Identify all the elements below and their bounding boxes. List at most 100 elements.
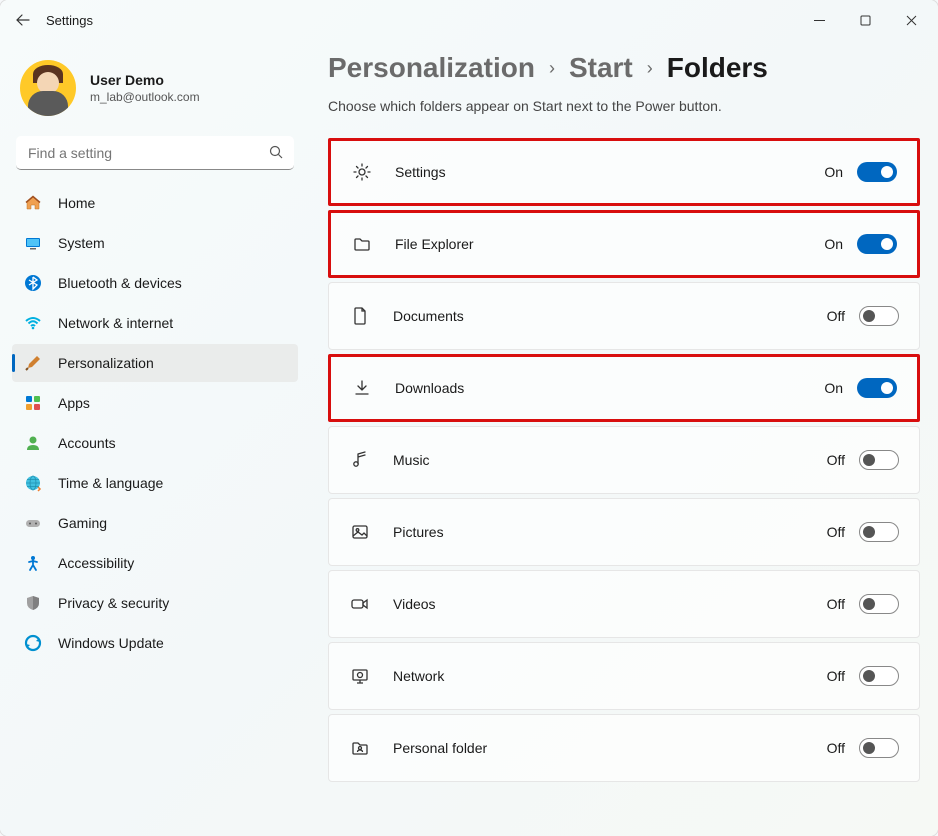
folder-row-downloads: Downloads On [328, 354, 920, 422]
sidebar-item-bluetooth[interactable]: Bluetooth & devices [12, 264, 298, 302]
search-input[interactable] [16, 136, 294, 170]
window-controls [796, 3, 934, 37]
toggle-state-text: Off [827, 740, 845, 756]
sidebar-item-label: Home [58, 195, 95, 211]
toggle-state-text: Off [827, 596, 845, 612]
search-wrap [16, 136, 294, 170]
toggle-file-explorer[interactable] [857, 234, 897, 254]
folder-row-pictures: Pictures Off [328, 498, 920, 566]
gear-icon [351, 161, 373, 183]
toggle-music[interactable] [859, 450, 899, 470]
folder-label: Pictures [393, 524, 827, 540]
arrow-left-icon [16, 13, 30, 27]
folder-row-music: Music Off [328, 426, 920, 494]
sidebar-item-label: Accounts [58, 435, 116, 451]
update-icon [24, 634, 42, 652]
profile-info: User Demo m_lab@outlook.com [90, 72, 200, 104]
maximize-icon [860, 15, 871, 26]
sidebar-item-label: Time & language [58, 475, 163, 491]
avatar [20, 60, 76, 116]
sidebar-item-personalization[interactable]: Personalization [12, 344, 298, 382]
toggle-settings[interactable] [857, 162, 897, 182]
system-icon [24, 234, 42, 252]
sidebar-item-home[interactable]: Home [12, 184, 298, 222]
profile-email: m_lab@outlook.com [90, 90, 200, 104]
folder-label: Documents [393, 308, 827, 324]
sidebar-item-label: Bluetooth & devices [58, 275, 182, 291]
folder-row-network: Network Off [328, 642, 920, 710]
search-icon [269, 145, 284, 160]
close-icon [906, 15, 917, 26]
chevron-right-icon: › [647, 58, 653, 79]
sidebar-item-accounts[interactable]: Accounts [12, 424, 298, 462]
toggle-state-text: Off [827, 524, 845, 540]
toggle-state-text: On [824, 164, 843, 180]
breadcrumb-personalization[interactable]: Personalization [328, 52, 535, 84]
maximize-button[interactable] [842, 3, 888, 37]
sidebar-item-label: Apps [58, 395, 90, 411]
folder-label: Music [393, 452, 827, 468]
folder-row-videos: Videos Off [328, 570, 920, 638]
video-icon [349, 593, 371, 615]
folder-row-documents: Documents Off [328, 282, 920, 350]
gamepad-icon [24, 514, 42, 532]
sidebar-item-network[interactable]: Network & internet [12, 304, 298, 342]
close-button[interactable] [888, 3, 934, 37]
toggle-state-text: On [824, 380, 843, 396]
folder-label: Network [393, 668, 827, 684]
sidebar-item-label: Personalization [58, 355, 154, 371]
toggle-pictures[interactable] [859, 522, 899, 542]
sidebar-item-label: Network & internet [58, 315, 173, 331]
folder-list: Settings On File Explorer On Documents O… [328, 138, 920, 782]
brush-icon [24, 354, 42, 372]
toggle-state-text: On [824, 236, 843, 252]
person-icon [24, 434, 42, 452]
sidebar-item-accessibility[interactable]: Accessibility [12, 544, 298, 582]
home-icon [24, 194, 42, 212]
network-monitor-icon [349, 665, 371, 687]
content: User Demo m_lab@outlook.com Home System Bl… [0, 40, 938, 836]
sidebar-item-gaming[interactable]: Gaming [12, 504, 298, 542]
profile[interactable]: User Demo m_lab@outlook.com [12, 48, 298, 136]
nav: Home System Bluetooth & devices Network & i… [12, 184, 298, 836]
profile-name: User Demo [90, 72, 200, 88]
sidebar-item-time[interactable]: Time & language [12, 464, 298, 502]
settings-window: Settings User Demo m_lab@outlook.com [0, 0, 938, 836]
bluetooth-icon [24, 274, 42, 292]
back-button[interactable] [4, 1, 42, 39]
sidebar-item-update[interactable]: Windows Update [12, 624, 298, 662]
breadcrumb-start[interactable]: Start [569, 52, 633, 84]
sidebar-item-label: System [58, 235, 105, 251]
toggle-downloads[interactable] [857, 378, 897, 398]
folder-label: Settings [395, 164, 824, 180]
sidebar-item-label: Privacy & security [58, 595, 169, 611]
toggle-personal-folder[interactable] [859, 738, 899, 758]
globe-icon [24, 474, 42, 492]
breadcrumb: Personalization › Start › Folders [328, 52, 920, 84]
titlebar: Settings [0, 0, 938, 40]
sidebar-item-apps[interactable]: Apps [12, 384, 298, 422]
sidebar-item-label: Windows Update [58, 635, 164, 651]
sidebar: User Demo m_lab@outlook.com Home System Bl… [0, 40, 310, 836]
toggle-documents[interactable] [859, 306, 899, 326]
folder-label: Videos [393, 596, 827, 612]
chevron-right-icon: › [549, 58, 555, 79]
sidebar-item-system[interactable]: System [12, 224, 298, 262]
minimize-button[interactable] [796, 3, 842, 37]
sidebar-item-privacy[interactable]: Privacy & security [12, 584, 298, 622]
wifi-icon [24, 314, 42, 332]
toggle-state-text: Off [827, 668, 845, 684]
folder-icon [351, 233, 373, 255]
document-icon [349, 305, 371, 327]
sidebar-item-label: Gaming [58, 515, 107, 531]
toggle-videos[interactable] [859, 594, 899, 614]
folder-label: File Explorer [395, 236, 824, 252]
toggle-network[interactable] [859, 666, 899, 686]
music-icon [349, 449, 371, 471]
breadcrumb-folders: Folders [667, 52, 768, 84]
shield-icon [24, 594, 42, 612]
folder-row-settings: Settings On [328, 138, 920, 206]
picture-icon [349, 521, 371, 543]
toggle-state-text: Off [827, 308, 845, 324]
folder-label: Personal folder [393, 740, 827, 756]
